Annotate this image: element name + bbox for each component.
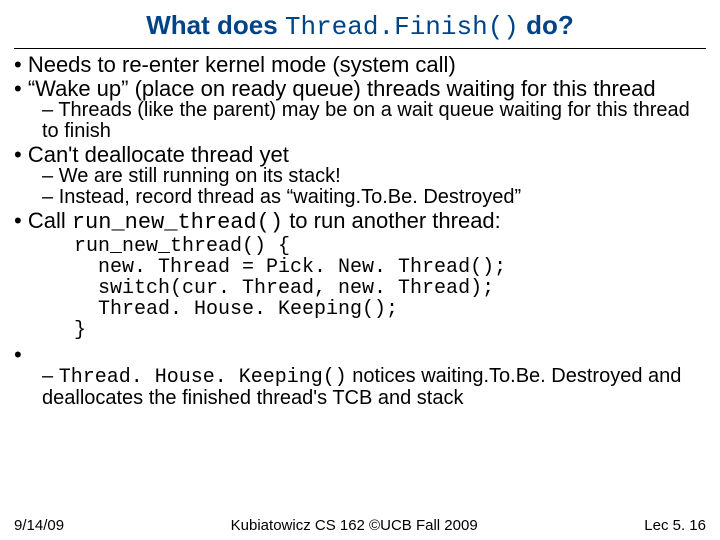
bullet-4-sub-wrapper: Thread. House. Keeping() notices waiting… xyxy=(14,343,706,409)
bullet-4-code: run_new_thread() xyxy=(72,210,283,235)
bullet-3-text: Can't deallocate thread yet xyxy=(28,142,289,167)
sub-bullet-3a: We are still running on its stack! xyxy=(42,166,706,187)
footer-date: 9/14/09 xyxy=(14,517,64,534)
bullet-4-post: to run another thread: xyxy=(283,208,501,233)
footer-lecnum: Lec 5. 16 xyxy=(644,517,706,534)
slide-title: What does Thread.Finish() do? xyxy=(14,10,706,42)
footer-course: Kubiatowicz CS 162 ©UCB Fall 2009 xyxy=(231,517,478,534)
bullet-4: Call run_new_thread() to run another thr… xyxy=(14,209,706,234)
title-code: Thread.Finish() xyxy=(285,12,519,42)
sub-bullet-4a: Thread. House. Keeping() notices waiting… xyxy=(42,366,706,409)
bullet-2-text: “Wake up” (place on ready queue) threads… xyxy=(28,76,656,101)
sub-bullet-3b-text: Instead, record thread as “waiting.To.Be… xyxy=(59,186,521,208)
title-prefix: What does xyxy=(146,10,285,40)
slide-body: Needs to re-enter kernel mode (system ca… xyxy=(14,53,706,409)
title-suffix: do? xyxy=(519,10,574,40)
bullet-1-text: Needs to re-enter kernel mode (system ca… xyxy=(28,52,456,77)
bullet-4-pre: Call xyxy=(28,208,72,233)
sub-bullet-2a: Threads (like the parent) may be on a wa… xyxy=(42,100,706,142)
sub-bullet-3a-text: We are still running on its stack! xyxy=(59,165,341,187)
bullet-1: Needs to re-enter kernel mode (system ca… xyxy=(14,53,706,76)
bullet-3: Can't deallocate thread yet We are still… xyxy=(14,143,706,208)
code-block: run_new_thread() { new. Thread = Pick. N… xyxy=(14,236,706,341)
sub-bullet-3b: Instead, record thread as “waiting.To.Be… xyxy=(42,187,706,208)
sub-bullet-2a-text: Threads (like the parent) may be on a wa… xyxy=(42,99,690,142)
title-underline xyxy=(14,48,706,49)
footer: 9/14/09 Kubiatowicz CS 162 ©UCB Fall 200… xyxy=(14,517,706,534)
bullet-2: “Wake up” (place on ready queue) threads… xyxy=(14,77,706,142)
sub-bullet-4a-code: Thread. House. Keeping() xyxy=(59,366,347,389)
